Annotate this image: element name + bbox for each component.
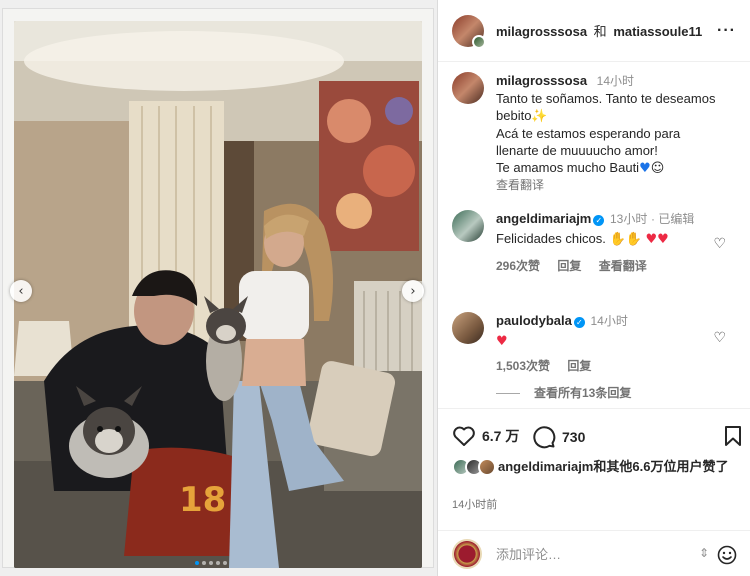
comment-text: Felicidades chicos. [496,231,606,246]
see-translation-link[interactable]: 查看翻译 [496,177,742,194]
blue-heart-icon: ♥ [639,161,651,176]
comment-count: 730 [562,429,586,445]
verified-badge-icon: ✓ [593,215,605,226]
comment-actions: 296次赞 回复 查看翻译 [496,258,716,275]
caption-username[interactable]: milagrosssosa [496,73,587,88]
avatar[interactable] [452,72,484,104]
sparkle-icon: ✨ [531,109,548,124]
avatar[interactable] [472,34,486,49]
see-translation-link[interactable]: 查看翻译 [599,259,647,273]
avatar [452,538,482,569]
carousel-prev-button[interactable]: ‹ [10,280,32,302]
avatar[interactable] [452,312,484,344]
likes-others[interactable]: 和其他6.6万位用户赞了 [593,459,728,474]
heart-outline-icon[interactable]: ♡ [713,236,726,252]
comment-input[interactable]: 添加评论… [496,544,561,563]
baby-icon: ☺ [650,161,665,176]
carousel-dot [216,561,220,565]
caption-line: Acá te estamos esperando para [496,126,681,141]
caption-line: Tanto te soñamos. Tanto te deseamos bebi… [496,90,742,125]
view-replies-link[interactable]: 查看所有13条回复 [496,384,631,401]
heart-outline-icon[interactable]: ♡ [713,330,726,346]
post-photo[interactable]: 18 [14,21,422,568]
red-heart-icon: ♥♥ [645,232,669,247]
comment-username[interactable]: paulodybala [496,313,572,328]
action-bar: 6.7 万 730 [438,408,750,458]
liker-avatars [452,458,498,476]
carousel-dot [202,561,206,565]
emoji-icon[interactable] [717,545,737,565]
likes-text: angeldimariajm和其他6.6万位用户赞了 [498,458,728,475]
save-button[interactable] [724,425,748,447]
comment-likes[interactable]: 1,503次赞 [496,359,550,373]
caption-time: 14小时 [596,74,635,88]
like-button[interactable]: 6.7 万 [452,425,519,447]
chevron-right-icon: › [410,283,416,299]
collaborator-link[interactable]: matiassoule11 [613,24,702,39]
likes-summary: angeldimariajm和其他6.6万位用户赞了 [452,458,742,476]
comment-body: paulodybala ✓ 14小时 ♥ 1,503次赞 回复 [496,312,716,375]
more-horizontal-icon[interactable]: ··· [717,22,736,40]
comment: paulodybala ✓ 14小时 ♥ 1,503次赞 回复 ♡ [452,312,742,382]
comment-actions: 1,503次赞 回复 [496,358,716,375]
heart-icon [453,426,475,446]
chevron-left-icon: ‹ [18,283,24,299]
reply-button[interactable]: 回复 [567,359,591,373]
caption-text: Tanto te soñamos. Tanto te deseamos bebi… [496,91,716,123]
comment-button[interactable]: 730 [532,425,585,449]
carousel-dot [209,561,213,565]
comment-icon [533,426,556,449]
carousel-next-button[interactable]: › [402,280,424,302]
comment-likes[interactable]: 296次赞 [496,259,540,273]
expand-icon[interactable]: ⇕ [699,546,709,560]
comment-edited: · 已编辑 [650,212,695,226]
comment-username[interactable]: angeldimariajm [496,211,591,226]
caption: milagrosssosa 14小时 Tanto te soñamos. Tan… [452,72,742,202]
comment-composer: 添加评论… ⇕ [438,530,750,576]
post-header: milagrosssosa 和 matiassoule11 ··· [438,0,750,62]
collab-joiner: 和 [593,24,607,39]
carousel-dot [195,561,199,565]
post-side-panel: milagrosssosa 和 matiassoule11 ··· milagr… [437,0,750,576]
bookmark-icon [725,426,741,446]
carousel-indicator [195,561,227,565]
caption-line: Te amamos mucho Bauti♥☺ [496,159,742,177]
photo-illustration: 18 [14,21,422,568]
comment-body: angeldimariajm ✓ 13小时 · 已编辑 Felicidades c… [496,210,716,275]
reply-button[interactable]: 回复 [557,259,581,273]
caption-text: Te amamos mucho Bauti [496,160,640,175]
post-authors: milagrosssosa 和 matiassoule11 [496,21,702,40]
verified-badge-icon: ✓ [573,317,585,328]
comment-time: 14小时 [590,314,628,328]
post-media: 18 ‹ › [0,0,437,576]
comment: angeldimariajm ✓ 13小时 · 已编辑 Felicidades c… [452,210,742,294]
avatar[interactable] [478,458,496,476]
comments-section: milagrosssosa 14小时 Tanto te soñamos. Tan… [438,62,750,408]
liker-username[interactable]: angeldimariajm [498,459,593,474]
author-link[interactable]: milagrosssosa [496,24,587,39]
clap-emoji-icon: ✋✋ [609,232,642,247]
like-count: 6.7 万 [482,428,520,444]
svg-text:18: 18 [179,480,226,520]
caption-line: llenarte de muuuucho amor! [496,143,658,158]
comment-time: 13小时 [610,212,648,226]
post-timestamp[interactable]: 14小时前 [452,496,497,512]
polaroid-frame: 18 [2,8,434,568]
comment-text: ♥ [496,334,508,349]
carousel-dot [223,561,227,565]
caption-body: milagrosssosa 14小时 Tanto te soñamos. Tan… [496,72,742,194]
collab-avatars[interactable] [452,14,486,49]
avatar[interactable] [452,210,484,242]
